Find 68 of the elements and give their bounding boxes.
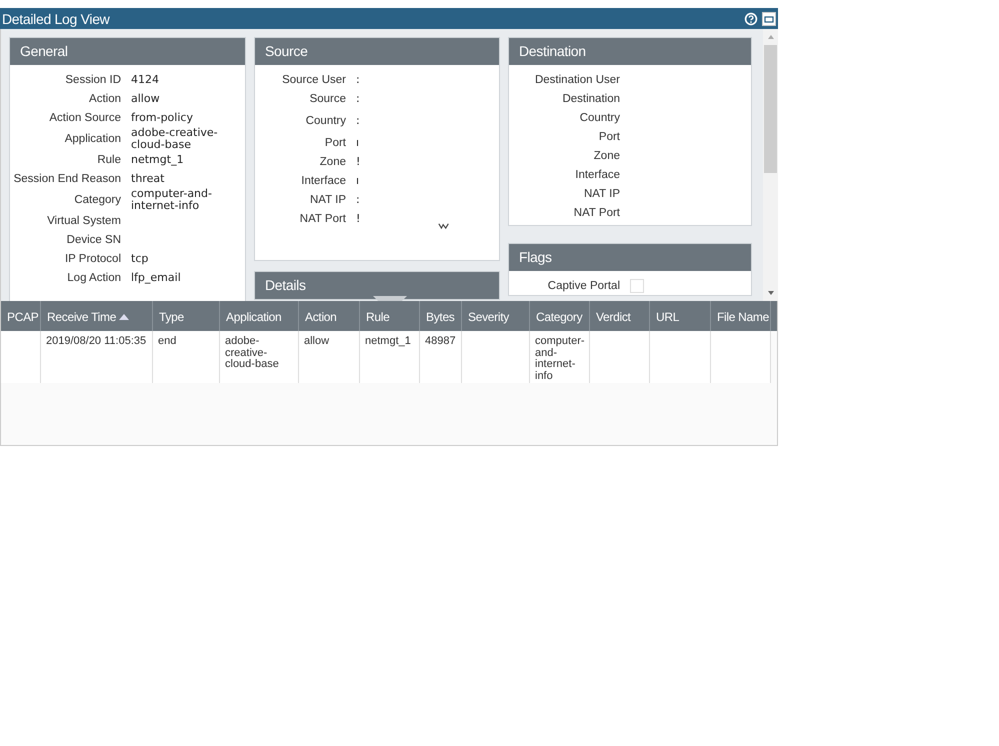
field-value: adobe-creative-cloud-base	[131, 127, 219, 150]
field-label: Category	[73, 194, 122, 206]
table-cell: computer-and-internet-info	[530, 331, 590, 383]
field-label: Destination User	[534, 74, 621, 86]
table-cell: 2019/08/20 11:05:35	[41, 331, 153, 383]
panel-header: General	[10, 38, 245, 65]
redacted-value: :	[356, 114, 360, 126]
field-label: Rule	[96, 154, 122, 166]
redacted-value: :	[356, 92, 360, 104]
field-label: Interface	[300, 174, 347, 186]
field-label: Interface	[574, 168, 621, 180]
table-cell	[590, 331, 650, 383]
field-label: Virtual System	[46, 214, 122, 227]
field-label: Log Action	[66, 272, 122, 284]
field-label: Action	[88, 92, 122, 104]
redacted-value: :	[356, 74, 360, 86]
field-value: from-policy	[131, 112, 194, 124]
table-cell	[650, 331, 711, 383]
field-label: Zone	[592, 150, 621, 162]
field-label: Application	[64, 132, 122, 145]
field-label: Country	[304, 114, 347, 126]
field-label: Port	[598, 130, 621, 142]
field-label: NAT IP	[309, 194, 347, 206]
field-label: Port	[324, 136, 347, 148]
field-label: Device SN	[66, 234, 122, 246]
field-label: Session ID	[64, 74, 122, 86]
redacted-value: !	[356, 212, 360, 224]
redacted-value: !	[356, 156, 360, 168]
window-title: Detailed Log View	[2, 10, 110, 26]
field-label: Action Source	[48, 112, 122, 124]
field-value: 4124	[131, 74, 160, 86]
table-cell	[711, 331, 771, 383]
redacted-value: ı	[356, 136, 360, 148]
field-label: Source	[308, 92, 347, 104]
field-label: NAT IP	[583, 188, 621, 200]
checkbox[interactable]	[630, 278, 644, 292]
field-label: NAT Port	[572, 206, 621, 218]
field-value: allow	[131, 92, 161, 104]
panel-header: Destination	[509, 38, 751, 65]
panel-header: Details	[255, 272, 499, 299]
field-value: netmgt_1	[131, 154, 185, 166]
resize-handle[interactable]	[373, 296, 407, 301]
field-label: NAT Port	[298, 212, 347, 224]
field-label: Captive Portal	[546, 280, 621, 292]
scrollbar[interactable]	[763, 29, 778, 301]
redacted-value: :	[356, 194, 360, 206]
field-value: computer-and-internet-info	[131, 188, 213, 212]
table-cell: end	[153, 331, 220, 383]
field-label: Destination	[561, 92, 621, 104]
field-label: Source User	[281, 74, 347, 86]
panel-header: Flags	[509, 244, 751, 271]
table-cell	[462, 331, 530, 383]
field-label: Country	[578, 112, 621, 124]
table-cell: allow	[299, 331, 360, 383]
table-cell: 48987	[420, 331, 462, 383]
field-value: threat	[131, 172, 166, 184]
field-value: tcp	[131, 252, 150, 264]
table-cell: adobe-creative-cloud-base	[220, 331, 299, 383]
help-icon[interactable]	[744, 12, 758, 26]
minimize-icon[interactable]	[762, 12, 776, 26]
field-value: lfp_email	[131, 272, 182, 284]
field-label: Zone	[318, 156, 347, 168]
panel-header: Source	[255, 38, 499, 65]
field-label: Session End Reason	[12, 172, 122, 185]
redacted-value: ı	[356, 174, 360, 186]
table-cell: netmgt_1	[360, 331, 420, 383]
field-label: IP Protocol	[64, 252, 122, 265]
mouse-cursor-icon	[438, 221, 450, 230]
